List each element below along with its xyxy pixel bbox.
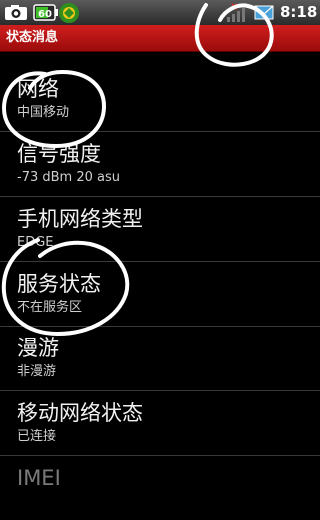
pref-summary: 已连接 (17, 429, 57, 444)
pref-summary: 中国移动 (17, 105, 70, 120)
page-title: 状态消息 (6, 30, 59, 45)
pref-item-network-type[interactable]: 手机网络类型 EDGE (0, 197, 320, 262)
pref-title: 信号强度 (17, 142, 101, 166)
message-icon (254, 5, 274, 20)
svg-text:60: 60 (38, 9, 52, 20)
pref-item-signal-strength[interactable]: 信号强度 -73 dBm 20 asu (0, 132, 320, 197)
pref-title: 漫游 (17, 336, 59, 360)
pref-item-data-state[interactable]: 移动网络状态 已连接 (0, 391, 320, 456)
camera-icon (5, 5, 27, 20)
pref-title: 手机网络类型 (17, 207, 143, 231)
title-bar: 状态消息 (0, 25, 320, 52)
pref-title: 网络 (17, 77, 59, 101)
pref-item-roaming[interactable]: 漫游 非漫游 (0, 326, 320, 391)
pref-title: 移动网络状态 (17, 401, 143, 425)
battery-icon: 60 (33, 4, 58, 21)
pref-item-network[interactable]: 网络 中国移动 (0, 67, 320, 132)
pref-title: IMEI (17, 466, 61, 490)
pref-item-service-state[interactable]: 服务状态 不在服务区 (0, 262, 320, 327)
pref-item-imei[interactable]: IMEI (0, 456, 320, 520)
pref-summary: EDGE (17, 235, 54, 250)
status-bar: 60 8:18 (0, 0, 320, 25)
app-notification-icon (59, 3, 79, 23)
pref-title: 服务状态 (17, 272, 101, 296)
clock: 8:18 (280, 3, 318, 21)
pref-summary: -73 dBm 20 asu (17, 170, 120, 185)
pref-summary: 不在服务区 (17, 300, 83, 315)
signal-icon (227, 3, 245, 22)
pref-summary: 非漫游 (17, 364, 57, 379)
